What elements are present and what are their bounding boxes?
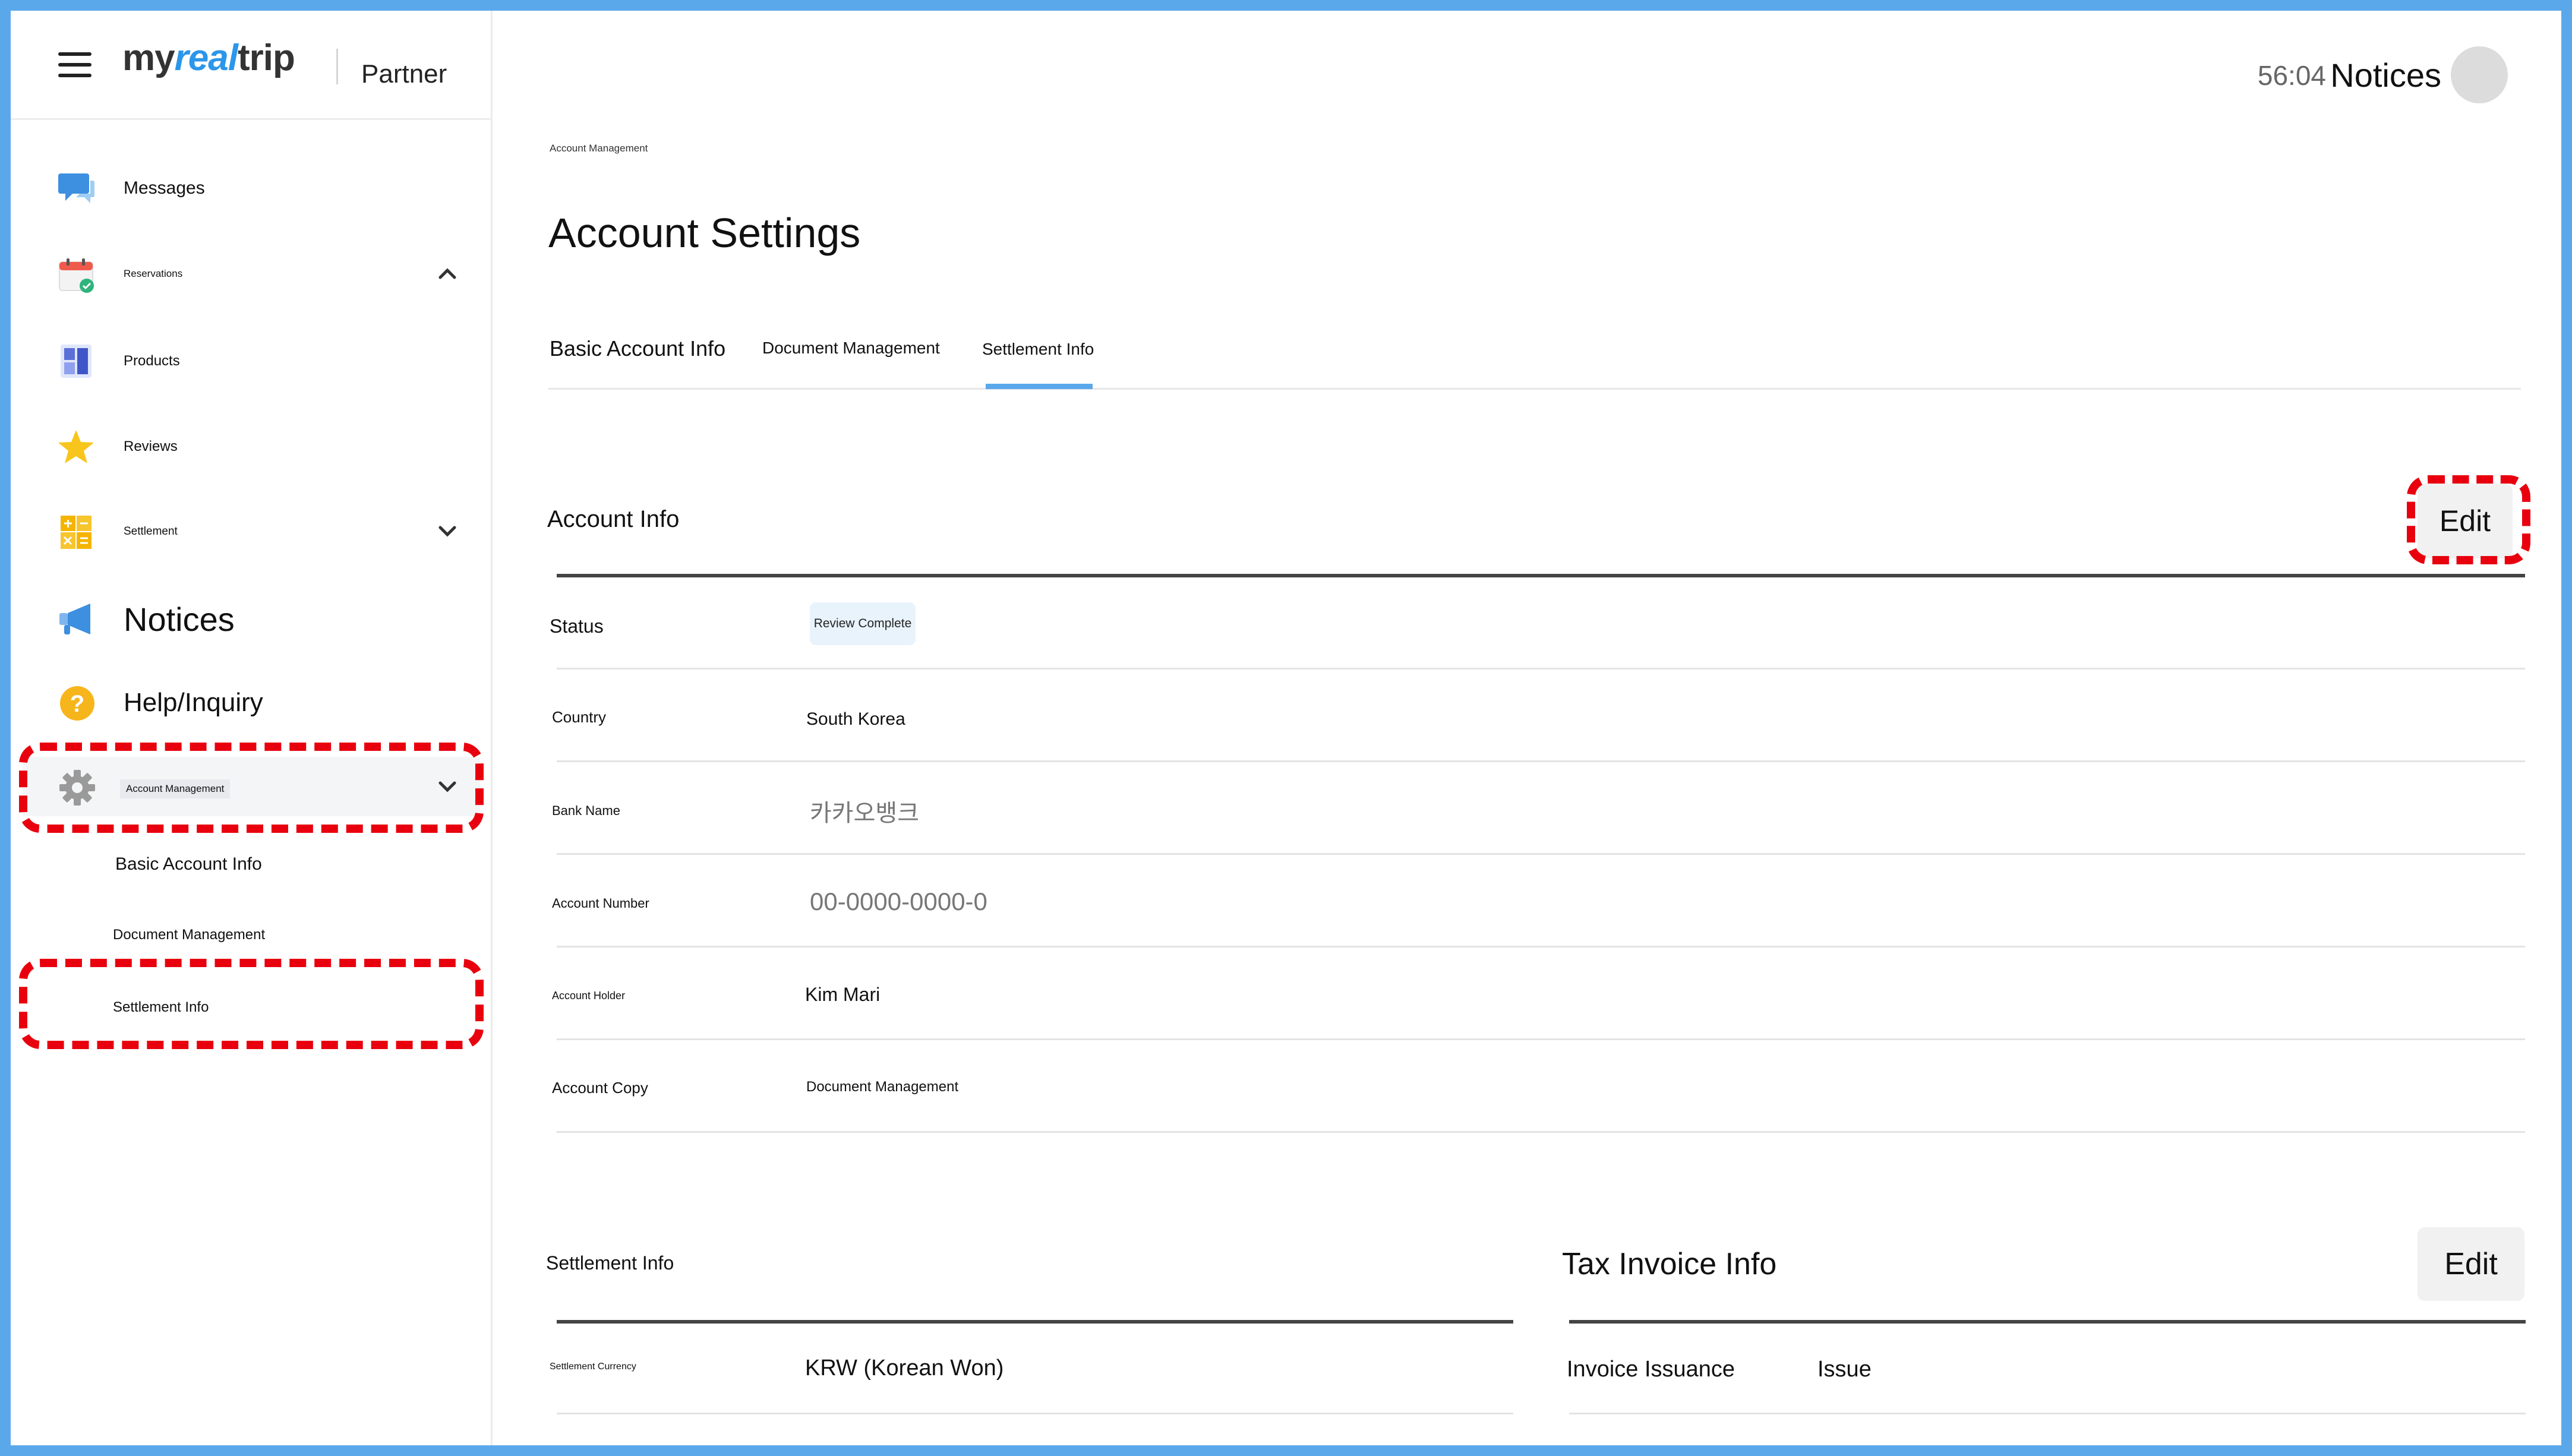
row-label-account-holder: Account Holder	[552, 990, 626, 1002]
chat-bubble-icon	[58, 173, 94, 203]
sidebar-subitem-basic-account-info[interactable]: Basic Account Info	[115, 854, 262, 874]
star-icon	[58, 430, 94, 463]
sidebar-item-messages[interactable]: Messages	[46, 158, 474, 217]
row-value-sales-unit: 소수로	[810, 1445, 869, 1456]
calendar-check-icon	[59, 258, 94, 293]
logo[interactable]: myrealtrip	[122, 37, 295, 79]
dashboard-grid-icon	[61, 345, 91, 378]
row-label-invoice-issuance: Invoice Issuance	[1567, 1357, 1735, 1382]
tax-invoice-edit-button[interactable]: Edit	[2418, 1227, 2524, 1301]
row-divider	[1569, 1413, 2526, 1414]
megaphone-icon	[59, 604, 90, 634]
session-timer: 56:04	[2257, 60, 2326, 91]
sidebar-item-label: Products	[124, 353, 180, 369]
row-value-settlement-currency: KRW (Korean Won)	[805, 1356, 1004, 1381]
row-value-invoice-issuance: Issue	[1817, 1357, 1872, 1382]
account-info-title: Account Info	[547, 506, 680, 532]
sidebar-subitem-settlement-info[interactable]: Settlement Info	[113, 999, 209, 1016]
row-value-bank-name: 카카오뱅크	[810, 800, 919, 826]
brand-bar: myrealtrip Partner	[11, 11, 493, 120]
row-label-sales-omission: 매출액누락 전 적용여부	[1567, 1445, 1775, 1456]
sidebar: myrealtrip Partner Messages Reservations…	[11, 11, 493, 1445]
row-label-account-number: Account Number	[552, 896, 649, 911]
breadcrumb[interactable]: Account Management	[550, 143, 648, 154]
row-value-sales-omission: 적용	[1823, 1445, 1863, 1456]
tax-invoice-info-title: Tax Invoice Info	[1562, 1247, 1777, 1281]
row-label-status: Status	[550, 615, 604, 637]
sidebar-item-notices[interactable]: Notices	[46, 588, 474, 648]
sidebar-subitem-document-management[interactable]: Document Management	[113, 927, 265, 943]
sidebar-item-label: Messages	[124, 178, 205, 198]
row-divider	[557, 1413, 1513, 1414]
sidebar-item-label: Notices	[124, 601, 235, 638]
account-info-edit-button[interactable]: Edit	[2418, 484, 2513, 558]
tab-settlement-info[interactable]: Settlement Info	[982, 340, 1094, 359]
row-divider	[557, 1038, 2525, 1040]
row-divider	[557, 946, 2525, 947]
sidebar-item-help-inquiry[interactable]: ? Help/Inquiry	[46, 672, 474, 732]
row-value-account-number: 00-0000-0000-0	[810, 888, 987, 915]
sidebar-item-reservations[interactable]: Reservations	[46, 244, 474, 304]
hamburger-menu-icon[interactable]	[58, 52, 91, 77]
row-label-bank-name: Bank Name	[552, 803, 620, 818]
sidebar-item-label: Reviews	[124, 438, 178, 454]
chevron-down-icon[interactable]	[437, 776, 458, 797]
sidebar-item-settlement[interactable]: Settlement	[46, 501, 474, 561]
status-badge: Review Complete	[810, 602, 916, 645]
avatar[interactable]	[2451, 46, 2508, 103]
tab-basic-account-info[interactable]: Basic Account Info	[550, 336, 725, 361]
gear-icon	[59, 770, 95, 806]
sidebar-item-label: Settlement	[124, 525, 178, 538]
row-value-country: South Korea	[806, 709, 905, 729]
active-tab-indicator	[986, 384, 1093, 389]
sidebar-item-account-management[interactable]: Account Management	[23, 757, 480, 816]
sidebar-item-label: Reservations	[124, 268, 183, 279]
main-content: 56:04 Notices Account Management Account…	[493, 11, 2561, 1445]
section-divider	[557, 574, 2525, 577]
partner-label: Partner	[361, 59, 447, 89]
row-divider	[557, 1131, 2525, 1133]
app-frame: myrealtrip Partner Messages Reservations…	[0, 0, 2572, 1456]
sidebar-item-label: Account Management	[120, 779, 231, 798]
section-divider	[557, 1320, 1513, 1324]
top-right-bar: 56:04 Notices	[1973, 40, 2508, 103]
sidebar-item-label: Help/Inquiry	[124, 688, 263, 717]
logo-divider	[336, 49, 338, 84]
row-divider	[557, 668, 2525, 669]
tab-document-management[interactable]: Document Management	[762, 339, 940, 358]
sidebar-item-reviews[interactable]: Reviews	[46, 416, 474, 475]
settlement-info-title: Settlement Info	[546, 1252, 674, 1274]
svg-text:?: ?	[70, 691, 84, 717]
page-title: Account Settings	[548, 210, 861, 256]
sidebar-item-products[interactable]: Products	[46, 330, 474, 390]
row-value-account-copy[interactable]: Document Management	[806, 1079, 958, 1095]
row-divider	[557, 760, 2525, 762]
highlight-settlement-info	[19, 959, 484, 1049]
tab-bar: Basic Account Info Document Management S…	[548, 326, 2521, 390]
chevron-down-icon[interactable]	[437, 520, 458, 542]
chevron-up-icon[interactable]	[437, 263, 458, 285]
question-circle-icon: ?	[60, 686, 94, 721]
row-divider	[557, 853, 2525, 855]
row-label-settlement-currency: Settlement Currency	[550, 1362, 636, 1372]
section-divider	[1569, 1320, 2526, 1324]
notices-link[interactable]: Notices	[2330, 56, 2441, 94]
row-label-country: Country	[552, 708, 607, 726]
row-label-account-copy: Account Copy	[552, 1079, 648, 1097]
row-label-sales-unit: 매출단위	[552, 1445, 630, 1456]
calculator-icon	[61, 516, 91, 549]
row-value-account-holder: Kim Mari	[805, 984, 881, 1005]
